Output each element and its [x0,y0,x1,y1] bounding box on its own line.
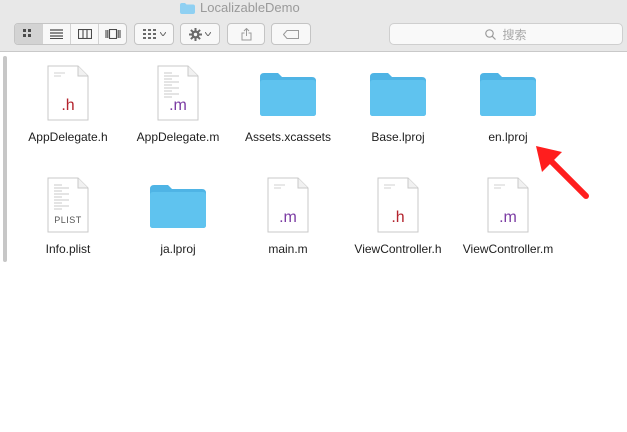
file-item[interactable]: Assets.xcassets [233,62,343,144]
search-placeholder: 搜索 [502,27,527,42]
file-extension-label: .m [279,209,297,226]
search-icon [485,28,497,40]
document-icon: .h [37,62,99,124]
folder-icon [367,62,429,124]
share-button[interactable] [227,23,265,45]
arrange-button[interactable] [134,23,174,45]
file-name: AppDelegate.m [136,130,220,144]
file-item[interactable]: .h AppDelegate.h [13,62,123,144]
column-view-icon [77,29,92,39]
file-item[interactable]: Base.lproj [343,62,453,144]
document-icon: PLIST [37,174,99,236]
file-extension-label: .h [391,209,405,226]
file-name: main.m [268,242,308,256]
chevron-down-icon [205,32,211,36]
list-view-icon [50,29,63,39]
folder-icon [477,62,539,124]
file-extension-label: PLIST [54,215,82,225]
gallery-view-button[interactable] [99,24,126,44]
file-item[interactable]: .m AppDelegate.m [123,62,233,144]
red-arrow-annotation [536,146,589,199]
document-icon: .m [147,62,209,124]
file-item[interactable]: ja.lproj [123,174,233,256]
title-bar: LocalizableDemo [0,0,627,16]
arrange-grid-icon [142,29,156,39]
folder-icon [180,2,195,14]
file-name: en.lproj [488,130,528,144]
view-mode-control[interactable] [14,23,127,45]
file-item[interactable]: .m main.m [233,174,343,256]
file-name: ViewController.m [462,242,554,256]
chevron-down-icon [159,32,166,36]
folder-icon [257,62,319,124]
file-item[interactable]: en.lproj [453,62,563,144]
file-name: Base.lproj [371,130,425,144]
document-icon: .m [477,174,539,236]
file-grid: .h AppDelegate.h .m AppDelegate.m Assets.xca… [0,52,627,432]
file-extension-label: .m [499,209,517,226]
tags-button[interactable] [271,23,311,45]
file-name: ViewController.h [354,242,442,256]
window-title-text: LocalizableDemo [200,0,300,15]
file-extension-label: .h [61,97,75,114]
document-icon: .h [367,174,429,236]
file-name: Assets.xcassets [244,130,332,144]
folder-icon [147,174,209,236]
icon-view-icon [22,28,31,37]
toolbar: 搜索 [0,16,627,52]
gear-icon [189,27,202,41]
icon-view-button[interactable] [15,24,43,44]
file-item[interactable]: PLIST Info.plist [13,174,123,256]
search-field[interactable]: 搜索 [389,23,623,45]
action-button[interactable] [180,23,220,45]
file-extension-label: .m [169,97,187,114]
file-item[interactable]: .h ViewController.h [343,174,453,256]
window-title: LocalizableDemo [180,0,300,15]
list-view-button[interactable] [43,24,71,44]
gallery-view-icon [104,29,121,39]
column-view-button[interactable] [71,24,99,44]
file-name: ja.lproj [160,242,196,256]
file-name: Info.plist [45,242,91,256]
vertical-scrollbar[interactable] [3,56,7,262]
file-name: AppDelegate.h [28,130,108,144]
tag-icon [283,29,299,39]
share-icon [241,27,251,40]
document-icon: .m [257,174,319,236]
